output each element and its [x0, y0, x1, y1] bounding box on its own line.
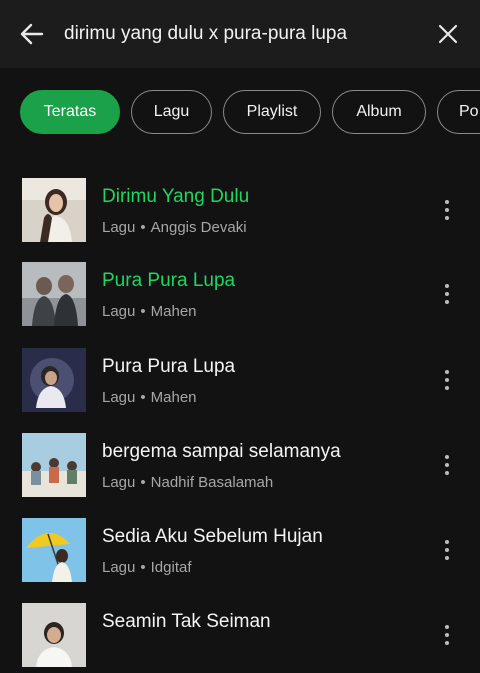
more-vertical-icon — [445, 200, 449, 204]
album-art — [22, 178, 86, 242]
more-options-button[interactable] — [432, 364, 462, 396]
track-subtitle: Lagu • Mahen — [102, 389, 197, 406]
track-title: Seamin Tak Seiman — [102, 611, 271, 632]
track-title: bergema sampai selamanya — [102, 441, 341, 462]
track-subtitle: Lagu • Anggis Devaki — [102, 219, 247, 236]
filter-chip-podcast[interactable]: Po — [437, 90, 480, 134]
track-row[interactable]: Pura Pura Lupa Lagu • Mahen — [0, 340, 480, 418]
filter-chip-lagu[interactable]: Lagu — [131, 90, 212, 134]
more-options-button[interactable] — [432, 194, 462, 226]
track-title: Pura Pura Lupa — [102, 270, 236, 291]
track-row[interactable]: bergema sampai selamanya Lagu • Nadhif Bas… — [0, 425, 480, 503]
track-type: Lagu — [102, 474, 136, 491]
track-type: Lagu — [102, 219, 136, 236]
more-vertical-icon — [445, 625, 449, 629]
track-artist: Anggis Devaki — [150, 219, 247, 236]
arrow-left-icon — [20, 23, 44, 45]
album-art — [22, 262, 86, 326]
track-artist: Mahen — [150, 389, 197, 406]
separator: • — [140, 219, 146, 236]
track-artist: Idgitaf — [150, 559, 192, 576]
track-title: Sedia Aku Sebelum Hujan — [102, 526, 323, 547]
filter-chip-playlist[interactable]: Playlist — [223, 90, 321, 134]
search-input[interactable]: dirimu yang dulu x pura-pura lupa — [64, 0, 347, 68]
more-vertical-icon — [445, 455, 449, 459]
track-artist: Nadhif Basalamah — [150, 474, 274, 491]
track-row[interactable]: Seamin Tak Seiman — [0, 595, 480, 673]
more-vertical-icon — [445, 540, 449, 544]
album-art — [22, 518, 86, 582]
more-options-button[interactable] — [432, 449, 462, 481]
search-header: dirimu yang dulu x pura-pura lupa — [0, 0, 480, 68]
separator: • — [140, 303, 146, 320]
more-options-button[interactable] — [432, 278, 462, 310]
track-subtitle: Lagu • Idgitaf — [102, 559, 192, 576]
track-artist: Mahen — [150, 303, 197, 320]
filter-chip-album[interactable]: Album — [332, 90, 426, 134]
track-type: Lagu — [102, 559, 136, 576]
separator: • — [140, 389, 146, 406]
more-vertical-icon — [445, 284, 449, 288]
track-row[interactable]: Sedia Aku Sebelum Hujan Lagu • Idgitaf — [0, 510, 480, 588]
more-options-button[interactable] — [432, 534, 462, 566]
track-row[interactable]: Pura Pura Lupa Lagu • Mahen — [0, 254, 480, 332]
filter-chips: Teratas Lagu Playlist Album Po — [0, 90, 480, 136]
clear-search-button[interactable] — [430, 16, 466, 52]
track-subtitle: Lagu • Nadhif Basalamah — [102, 474, 273, 491]
track-title: Pura Pura Lupa — [102, 356, 236, 377]
close-icon — [438, 24, 458, 44]
track-type: Lagu — [102, 303, 136, 320]
album-art — [22, 433, 86, 497]
album-art — [22, 348, 86, 412]
separator: • — [140, 474, 146, 491]
album-art — [22, 603, 86, 667]
more-options-button[interactable] — [432, 619, 462, 651]
track-type: Lagu — [102, 389, 136, 406]
separator: • — [140, 559, 146, 576]
more-vertical-icon — [445, 370, 449, 374]
filter-chip-teratas[interactable]: Teratas — [20, 90, 120, 134]
back-button[interactable] — [14, 16, 50, 52]
track-title: Dirimu Yang Dulu — [102, 186, 250, 207]
track-subtitle: Lagu • Mahen — [102, 303, 197, 320]
track-row[interactable]: Dirimu Yang Dulu Lagu • Anggis Devaki — [0, 170, 480, 248]
